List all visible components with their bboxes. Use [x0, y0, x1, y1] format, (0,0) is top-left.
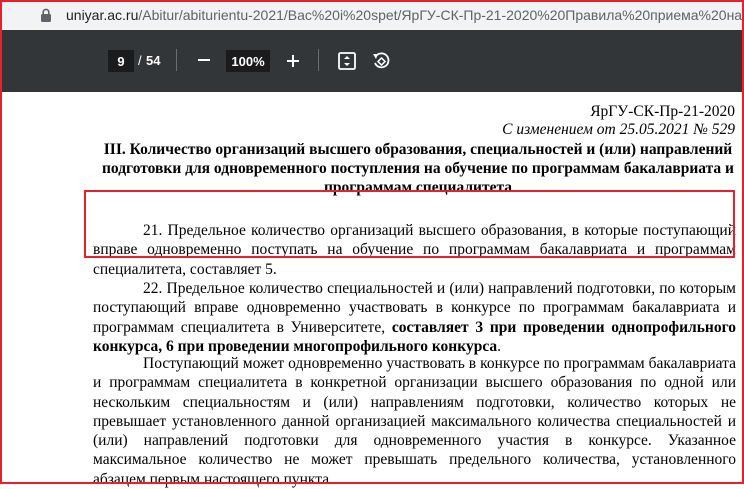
page-number-input[interactable]: 9	[108, 50, 134, 72]
zoom-out-icon[interactable]	[194, 50, 214, 70]
toolbar-divider	[176, 49, 177, 71]
url-host: uniyar.ac.ru	[66, 7, 139, 23]
paragraph-22: 22. Предельное количество специальностей…	[93, 279, 736, 356]
section-title: III. Количество организаций высшего обра…	[101, 141, 734, 196]
url-text[interactable]: uniyar.ac.ru/Abitur/abiturientu-2021/Bac…	[66, 7, 742, 23]
paragraph-22-end: .	[497, 337, 502, 355]
paragraph-rest: Поступающий может одновременно участвова…	[93, 355, 736, 488]
zoom-in-icon[interactable]	[282, 50, 304, 72]
document-code: ЯрГУ-СК-Пр-21-2020	[590, 103, 735, 120]
page-total: 54	[146, 53, 161, 68]
paragraph-21: 21. Предельное количество организаций вы…	[93, 222, 736, 278]
change-note: С изменением от 25.05.2021 № 529	[502, 121, 735, 138]
zoom-level-input[interactable]: 100%	[226, 50, 270, 72]
toolbar-divider	[318, 49, 319, 71]
pdf-page: ЯрГУ-СК-Пр-21-2020 С изменением от 25.05…	[2, 92, 742, 488]
address-bar[interactable]: uniyar.ac.ru/Abitur/abiturientu-2021/Bac…	[0, 0, 744, 30]
rotate-icon[interactable]	[370, 50, 392, 72]
page-separator: /	[138, 53, 142, 68]
fit-to-page-icon[interactable]	[336, 50, 358, 72]
lock-icon[interactable]	[34, 8, 58, 22]
url-path: /Abitur/abiturientu-2021/Bac%20i%20spet/…	[138, 7, 743, 23]
